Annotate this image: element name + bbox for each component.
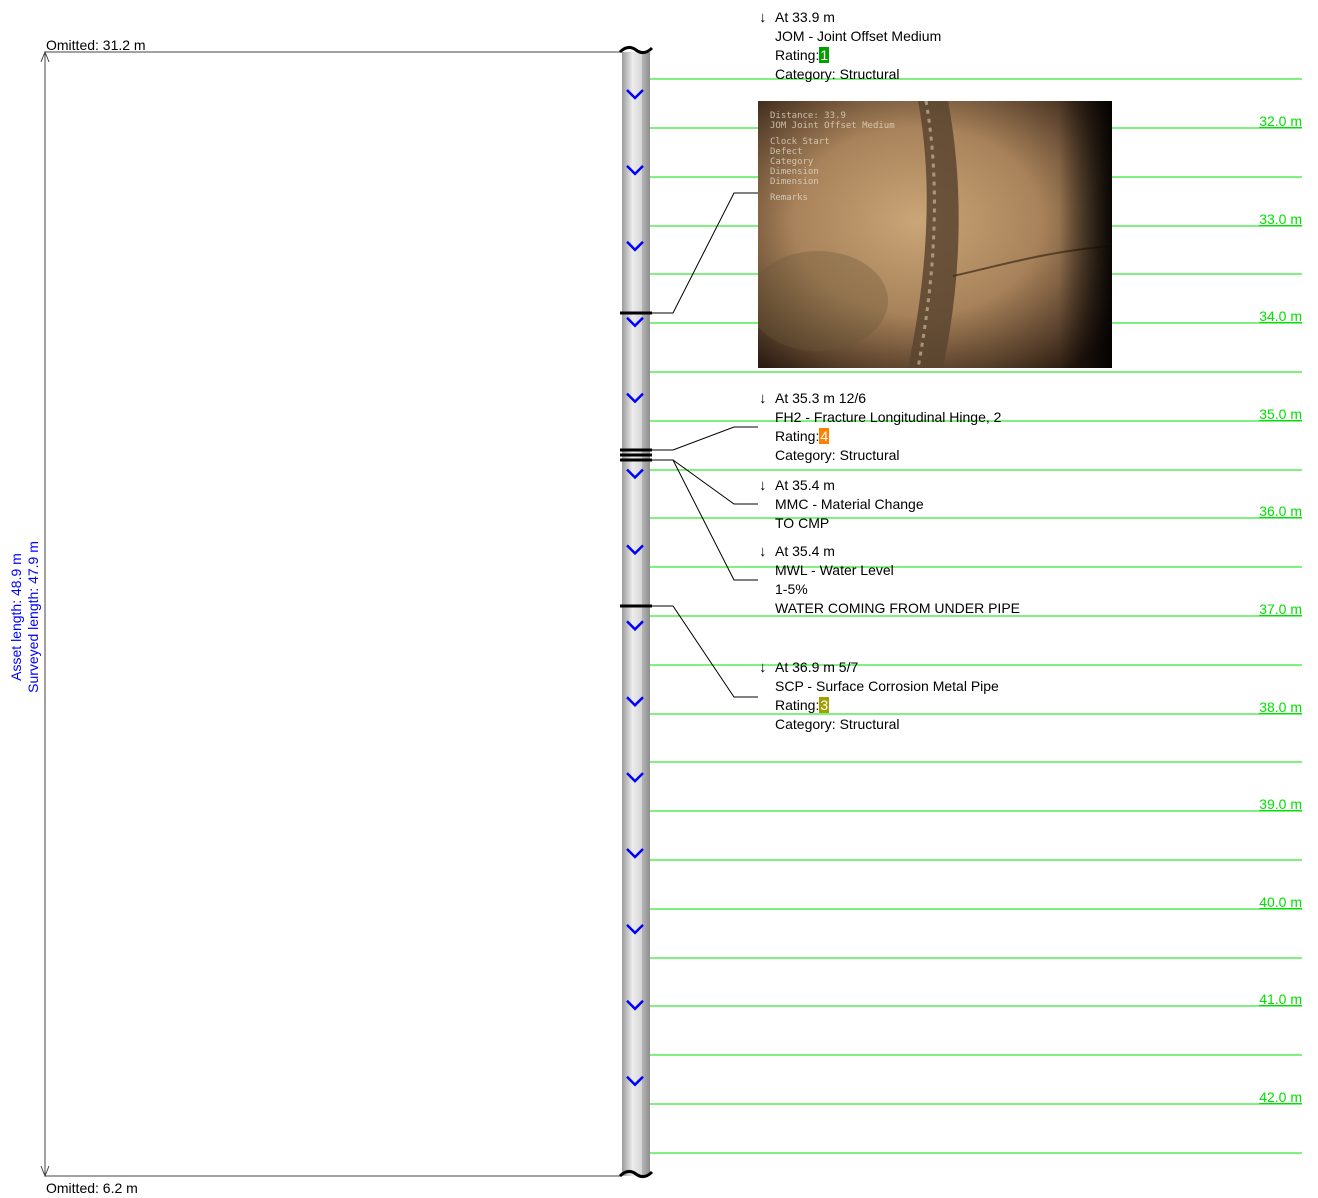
pipe-break-top — [618, 45, 654, 55]
photo-overlay-line: Distance: 33.9 — [770, 111, 846, 121]
observation-leader-line — [650, 459, 758, 505]
photo-overlay-line: Dimension — [770, 177, 819, 187]
observation-line: At 36.9 m 5/7 — [775, 659, 859, 675]
down-arrow-icon: ↓ — [759, 9, 767, 26]
observation-line: At 35.4 m — [775, 477, 835, 493]
down-arrow-icon: ↓ — [759, 477, 767, 494]
observation-line: Category: Structural — [775, 66, 900, 82]
cctv-photo[interactable]: Distance: 33.9 JOM Joint Offset Medium Clo… — [758, 101, 1112, 368]
observation-line: FH2 - Fracture Longitudinal Hinge, 2 — [775, 409, 1002, 425]
distance-label: 34.0 m — [1259, 308, 1302, 324]
observation-line: MMC - Material Change — [775, 496, 924, 512]
observation-block[interactable]: ↓ At 35.4 m MWL - Water Level 1-5% WATER COM… — [759, 542, 1020, 618]
rating-badge: 3 — [819, 697, 830, 713]
observation-line: TO CMP — [775, 515, 830, 531]
photo-overlay-line: Defect — [770, 147, 803, 157]
observation-leader-line — [650, 192, 758, 314]
distance-label: 33.0 m — [1259, 211, 1302, 227]
omitted-bottom-label: Omitted: 6.2 m — [46, 1180, 138, 1196]
observation-line: 1-5% — [775, 581, 808, 597]
pipe-diagram — [40, 45, 1302, 1179]
rating-label: Rating: — [775, 697, 820, 713]
rating-label: Rating: — [775, 47, 820, 63]
rating-badge: 4 — [819, 428, 830, 444]
observation-block[interactable]: ↓ At 35.3 m 12/6 FH2 - Fracture Longitudin… — [759, 389, 1001, 465]
observation-block[interactable]: ↓ At 33.9 m JOM - Joint Offset Medium Ratin… — [759, 8, 941, 84]
distance-label: 41.0 m — [1259, 991, 1302, 1007]
omitted-top-label: Omitted: 31.2 m — [46, 37, 146, 53]
distance-label: 39.0 m — [1259, 796, 1302, 812]
distance-label: 36.0 m — [1259, 503, 1302, 519]
length-labels: Asset length: 48.9 m Surveyed length: 47… — [8, 472, 42, 762]
distance-label: 35.0 m — [1259, 406, 1302, 422]
down-arrow-icon: ↓ — [759, 659, 767, 676]
photo-overlay-line: Remarks — [770, 193, 808, 203]
observation-line: At 33.9 m — [775, 9, 835, 25]
observation-leader-line — [650, 426, 758, 451]
distance-label: 38.0 m — [1259, 699, 1302, 715]
observation-line: At 35.3 m 12/6 — [775, 390, 867, 406]
photo-overlay-line: Category — [770, 157, 814, 167]
observation-leader-line — [650, 459, 758, 581]
rating-label: Rating: — [775, 428, 820, 444]
observation-leader-line — [650, 605, 758, 698]
photo-overlay-line: Dimension — [770, 167, 819, 177]
observation-line: Category: Structural — [775, 716, 900, 732]
observation-line: WATER COMING FROM UNDER PIPE — [775, 600, 1020, 616]
observation-line: JOM - Joint Offset Medium — [775, 28, 942, 44]
observation-line: At 35.4 m — [775, 543, 835, 559]
distance-label: 40.0 m — [1259, 894, 1302, 910]
rating-line: Rating:4 — [759, 427, 1001, 446]
distance-label: 37.0 m — [1259, 601, 1302, 617]
observation-block[interactable]: ↓ At 36.9 m 5/7 SCP - Surface Corrosion Me… — [759, 658, 999, 734]
observation-line: Category: Structural — [775, 447, 900, 463]
photo-overlay-text: Distance: 33.9 JOM Joint Offset Medium Clo… — [770, 111, 895, 203]
surveyed-length-label: Surveyed length: 47.9 m — [25, 541, 41, 693]
distance-label: 32.0 m — [1259, 113, 1302, 129]
photo-overlay-line: Clock Start — [770, 137, 830, 147]
observation-line: MWL - Water Level — [775, 562, 894, 578]
rating-badge: 1 — [819, 47, 830, 63]
down-arrow-icon: ↓ — [759, 390, 767, 407]
observation-block[interactable]: ↓ At 35.4 m MMC - Material Change TO CMP — [759, 476, 924, 533]
observation-line: SCP - Surface Corrosion Metal Pipe — [775, 678, 999, 694]
rating-line: Rating:3 — [759, 696, 999, 715]
distance-label: 42.0 m — [1259, 1089, 1302, 1105]
rating-line: Rating:1 — [759, 46, 941, 65]
down-arrow-icon: ↓ — [759, 543, 767, 560]
photo-overlay-line: JOM Joint Offset Medium — [770, 121, 895, 131]
asset-length-label: Asset length: 48.9 m — [8, 553, 24, 681]
